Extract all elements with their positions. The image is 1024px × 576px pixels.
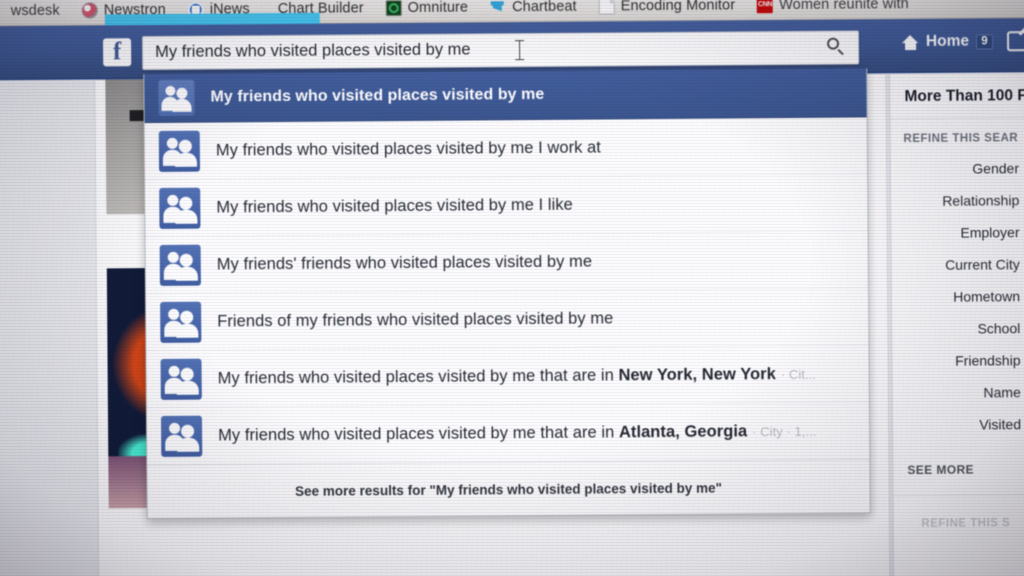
typeahead-suggestion-1[interactable]: My friends who visited places visited by… bbox=[144, 117, 868, 181]
top-nav-right: Home 9 bbox=[902, 31, 1024, 52]
friends-icon bbox=[159, 244, 201, 286]
newstron-icon bbox=[81, 2, 98, 19]
rail-footer-heading: REFINE THIS S bbox=[921, 517, 1011, 530]
bookmark-label: Women reunite with bbox=[779, 0, 909, 14]
search-typeahead-dropdown: My friends who visited places visited by… bbox=[143, 68, 871, 520]
rail-filter-name[interactable]: Name bbox=[903, 384, 1023, 401]
omniture-icon bbox=[385, 0, 402, 17]
rail-filter-relationship[interactable]: Relationship bbox=[901, 192, 1021, 209]
home-nav-button[interactable]: Home 9 bbox=[902, 32, 994, 51]
suggestion-prefix: My friends who visited places visited by… bbox=[217, 365, 619, 388]
home-icon bbox=[902, 34, 919, 49]
friends-icon bbox=[160, 358, 202, 400]
search-box[interactable] bbox=[141, 30, 860, 71]
rail-filter-friendship[interactable]: Friendship bbox=[902, 352, 1022, 369]
typeahead-suggestion-2[interactable]: My friends who visited places visited by… bbox=[145, 174, 868, 238]
see-more-button[interactable]: SEE MORE bbox=[893, 456, 1024, 497]
search-input[interactable] bbox=[153, 36, 798, 64]
suggestion-label: My friends who visited places visited by… bbox=[218, 364, 816, 388]
bookmark-label: Chartbeat bbox=[512, 0, 577, 16]
bookmark-label: Omniture bbox=[407, 0, 469, 17]
typeahead-suggestion-5[interactable]: My friends who visited places visited by… bbox=[146, 345, 869, 409]
rail-filter-gender[interactable]: Gender bbox=[901, 160, 1021, 177]
suggestion-label: My friends' friends who visited places v… bbox=[216, 252, 593, 274]
tilted-screen-content: wsdesk Newstron iNews Chart Builder Omni… bbox=[0, 0, 1024, 576]
friends-icon bbox=[160, 415, 203, 457]
see-more-results-link[interactable]: See more results for "My friends who vis… bbox=[147, 459, 870, 519]
friends-icon bbox=[159, 187, 201, 229]
suggestion-label: My friends who visited places visited by… bbox=[218, 421, 816, 445]
friends-icon bbox=[160, 301, 202, 343]
cnn-icon: CNN bbox=[757, 0, 774, 14]
facebook-logo[interactable]: f bbox=[102, 38, 132, 67]
bookmark-wsdesk[interactable]: wsdesk bbox=[0, 0, 71, 23]
rail-result-title: More Than 100 F bbox=[890, 73, 1024, 120]
suggestion-prefix: My friends who visited places visited by… bbox=[218, 422, 619, 445]
suggestion-meta: · City · 1,... bbox=[752, 423, 817, 439]
suggestion-label: My friends who visited places visited by… bbox=[215, 137, 601, 160]
text-cursor-icon bbox=[515, 40, 524, 61]
suggestion-label: Friends of my friends who visited places… bbox=[217, 308, 614, 331]
typeahead-suggestion-6[interactable]: My friends who visited places visited by… bbox=[146, 402, 870, 466]
rail-filter-school[interactable]: School bbox=[902, 320, 1022, 337]
typeahead-suggestion-0[interactable]: My friends who visited places visited by… bbox=[144, 68, 867, 124]
rail-filters: REFINE THIS SEAR Gender Relationship Emp… bbox=[891, 118, 1024, 457]
suggestion-label: My friends who visited places visited by… bbox=[216, 195, 573, 217]
bookmark-cnn-story[interactable]: CNN Women reunite with bbox=[746, 0, 920, 17]
rail-heading: REFINE THIS SEAR bbox=[903, 132, 1019, 146]
bookmark-label: Encoding Monitor bbox=[620, 0, 736, 15]
refine-search-rail: More Than 100 F REFINE THIS SEAR Gender … bbox=[890, 73, 1024, 576]
rail-filter-employer[interactable]: Employer bbox=[901, 224, 1021, 241]
friends-icon bbox=[158, 79, 195, 116]
typeahead-suggestion-3[interactable]: My friends' friends who visited places v… bbox=[145, 231, 868, 295]
rail-filter-visited[interactable]: Visited bbox=[903, 416, 1023, 433]
friends-icon bbox=[158, 130, 201, 172]
home-label: Home bbox=[925, 32, 970, 50]
screenshot-root: wsdesk Newstron iNews Chart Builder Omni… bbox=[0, 0, 1024, 576]
suggestion-label: My friends who visited places visited by… bbox=[210, 85, 545, 106]
bookmark-omniture[interactable]: Omniture bbox=[375, 0, 480, 20]
bookmark-encoding-monitor[interactable]: Encoding Monitor bbox=[588, 0, 747, 19]
suggestion-entity: Atlanta, Georgia bbox=[618, 421, 748, 441]
bookmark-chartbeat[interactable]: Chartbeat bbox=[479, 0, 588, 19]
document-icon bbox=[598, 0, 615, 15]
compose-message-icon[interactable] bbox=[1006, 31, 1024, 52]
suggestion-meta: · Cit... bbox=[780, 366, 817, 382]
search-icon[interactable] bbox=[827, 38, 846, 57]
bookmark-label: wsdesk bbox=[10, 2, 60, 20]
typeahead-suggestion-4[interactable]: Friends of my friends who visited places… bbox=[146, 288, 869, 352]
chartbeat-icon bbox=[490, 0, 506, 15]
rail-filter-hometown[interactable]: Hometown bbox=[902, 288, 1022, 305]
rail-filter-current-city[interactable]: Current City bbox=[902, 256, 1022, 273]
home-badge: 9 bbox=[975, 33, 994, 50]
blur-layer: wsdesk Newstron iNews Chart Builder Omni… bbox=[0, 0, 1024, 576]
suggestion-entity: New York, New York bbox=[618, 364, 776, 384]
